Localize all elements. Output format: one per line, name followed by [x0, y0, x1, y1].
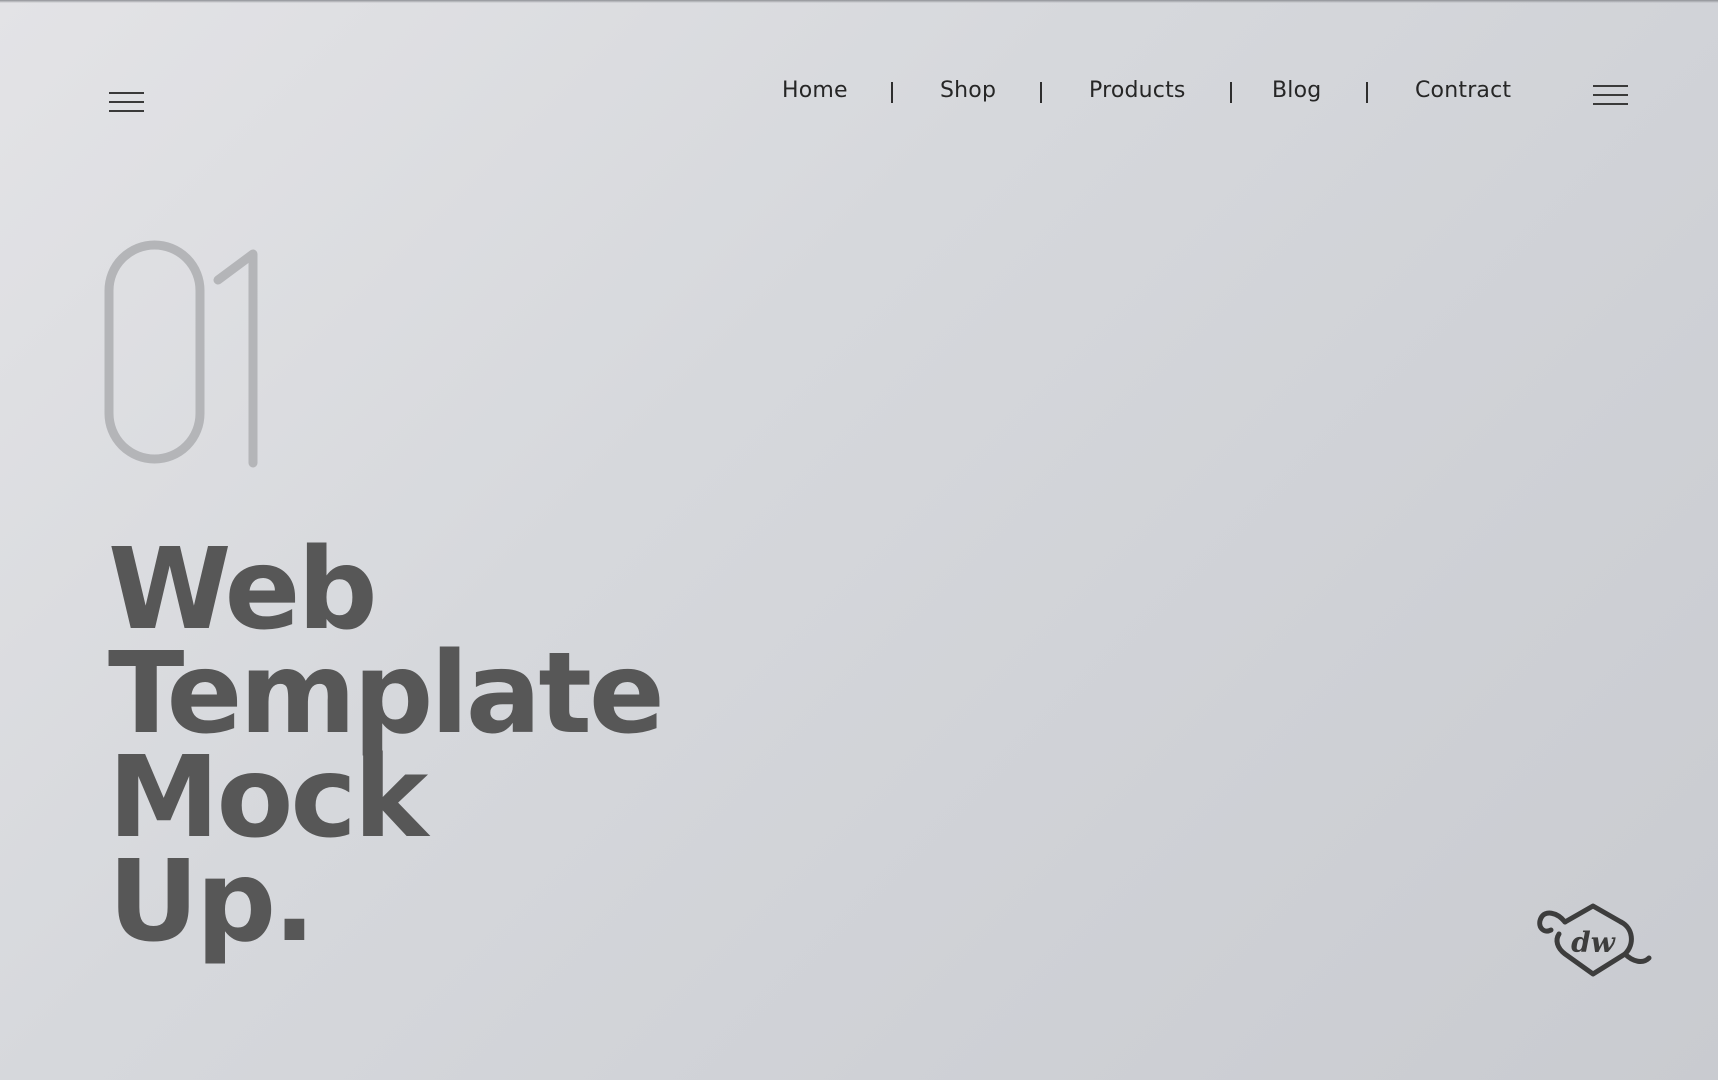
headline-line: Template: [108, 629, 665, 759]
nav-shop-link[interactable]: Shop: [940, 78, 996, 103]
dw-monogram-logo-icon: dw: [1537, 903, 1652, 977]
nav-separator: [1040, 82, 1042, 103]
nav-separator: [891, 82, 893, 103]
nav-blog-link[interactable]: Blog: [1272, 78, 1321, 103]
brand-logo[interactable]: dw: [1535, 900, 1653, 980]
nav-home-link[interactable]: Home: [782, 78, 848, 103]
hero-headline: Web Template Mock Up.: [108, 525, 665, 967]
slide-number-graphic: [104, 240, 258, 468]
headline-line: Web: [108, 525, 378, 655]
nav-separator: [1366, 82, 1368, 103]
nav-products-link[interactable]: Products: [1089, 78, 1186, 103]
headline-line: Up.: [108, 837, 316, 967]
right-menu-button[interactable]: [1593, 85, 1628, 105]
nav-separator: [1230, 82, 1232, 103]
slide-number: [104, 240, 264, 470]
nav-contract-link[interactable]: Contract: [1415, 78, 1511, 103]
main-navigation: Home Shop Products Blog Contract: [0, 78, 1718, 110]
headline-line: Mock: [108, 733, 428, 863]
top-edge-shadow: [0, 0, 1718, 3]
logo-monogram-text: dw: [1571, 926, 1616, 959]
